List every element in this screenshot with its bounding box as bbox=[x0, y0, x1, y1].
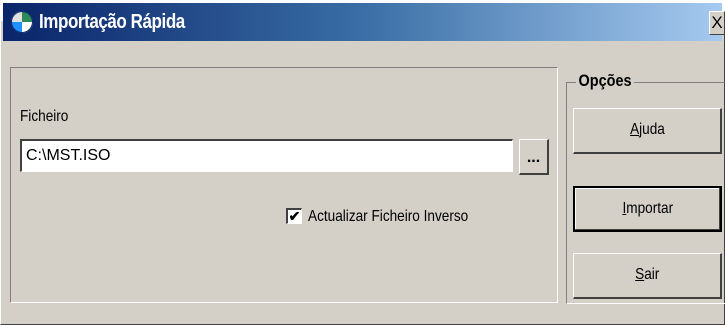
options-group-title: Opções bbox=[576, 70, 635, 92]
help-button-label: juda bbox=[638, 121, 665, 138]
import-button-label: mportar bbox=[625, 200, 673, 217]
exit-button[interactable]: Sair bbox=[573, 253, 722, 299]
browse-button[interactable]: ... bbox=[519, 139, 549, 175]
exit-accelerator: S bbox=[634, 266, 644, 283]
window-title: Importação Rápida bbox=[39, 11, 185, 33]
file-label: Ficheiro bbox=[20, 108, 69, 125]
app-globe-icon bbox=[11, 11, 33, 33]
import-button[interactable]: Importar bbox=[573, 186, 722, 232]
file-group-panel bbox=[10, 67, 558, 303]
exit-button-label: air bbox=[643, 266, 660, 283]
close-button[interactable]: X bbox=[709, 11, 725, 35]
file-path-input[interactable] bbox=[20, 139, 513, 172]
help-accelerator: A bbox=[629, 121, 639, 138]
help-button[interactable]: Ajuda bbox=[573, 108, 722, 154]
title-bar[interactable]: Importação Rápida X bbox=[3, 3, 725, 41]
update-inverse-file-label: Actualizar Ficheiro Inverso bbox=[308, 208, 469, 225]
update-inverse-file-checkbox[interactable]: ✔ bbox=[286, 208, 302, 224]
